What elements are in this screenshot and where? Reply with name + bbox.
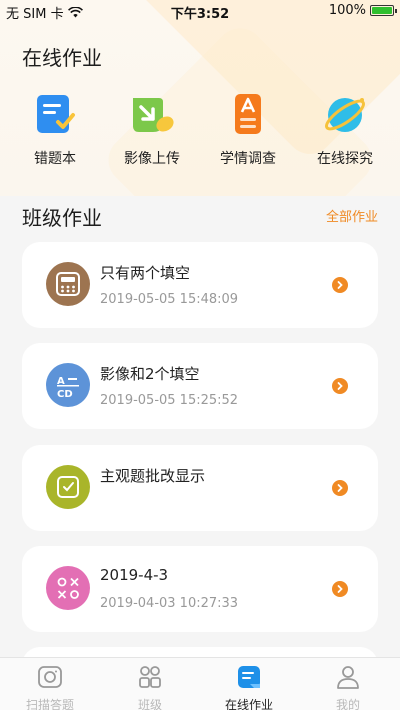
quick-item-online-explore[interactable]: 在线探究: [300, 92, 390, 168]
homework-card[interactable]: 只有两个填空 2019-05-05 15:48:09: [22, 242, 378, 328]
planet-icon: [325, 98, 365, 132]
xo-icon: [46, 566, 90, 610]
card-date: 2019-04-03 10:27:33: [100, 596, 239, 611]
quick-item-wrong-notebook[interactable]: 错题本: [10, 92, 100, 168]
homework-card[interactable]: 主观题批改显示: [22, 445, 378, 531]
abcd-icon: A CD: [46, 363, 90, 407]
tab-mine[interactable]: 我的: [298, 664, 398, 710]
battery-percent: 100%: [328, 3, 366, 18]
all-homework-link[interactable]: 全部作业: [326, 206, 378, 225]
card-date: 2019-05-05 15:48:09: [100, 292, 239, 307]
calculator-icon: [46, 262, 90, 306]
quick-label: 在线探究: [317, 151, 373, 167]
tab-online-homework[interactable]: 在线作业: [199, 664, 299, 710]
battery-icon: [370, 5, 397, 16]
quick-label: 错题本: [34, 151, 76, 167]
tab-scan[interactable]: 扫描答题: [0, 664, 100, 710]
tab-class[interactable]: 班级: [100, 664, 200, 710]
class-section-title: 班级作业: [22, 206, 102, 230]
image-upload-icon: [133, 98, 174, 132]
survey-icon: [235, 94, 261, 134]
wrong-notebook-icon: [37, 95, 75, 133]
chevron-right-icon: [332, 277, 348, 293]
quick-label: 影像上传: [124, 151, 180, 167]
quick-item-survey[interactable]: 学情调查: [203, 92, 293, 168]
tab-label: 扫描答题: [25, 698, 74, 710]
card-title: 主观题批改显示: [100, 467, 206, 485]
chevron-right-icon: [332, 378, 348, 394]
card-title: 只有两个填空: [100, 264, 191, 282]
subjective-icon: [46, 465, 90, 509]
quick-actions: 错题本 影像上传 学情调查 在线探究: [0, 92, 400, 172]
quick-item-image-upload[interactable]: 影像上传: [107, 92, 197, 168]
group-icon: [139, 666, 161, 688]
homework-card[interactable]: A CD 影像和2个填空 2019-05-05 15:25:52: [22, 343, 378, 429]
quick-label: 学情调查: [220, 151, 276, 167]
tab-label: 在线作业: [224, 698, 273, 710]
card-title: 2019-4-3: [100, 566, 169, 584]
homework-card[interactable]: 2019-4-3 2019-04-03 10:27:33: [22, 546, 378, 632]
card-date: 2019-05-05 15:25:52: [100, 393, 239, 408]
homework-icon: [238, 666, 260, 688]
chevron-right-icon: [332, 581, 348, 597]
online-section-title: 在线作业: [22, 46, 102, 70]
user-icon: [337, 666, 359, 689]
status-bar: 无 SIM 卡 下午3:52 100%: [0, 0, 400, 22]
chevron-right-icon: [332, 480, 348, 496]
camera-icon: [38, 666, 62, 688]
tab-label: 班级: [137, 698, 162, 710]
card-title: 影像和2个填空: [100, 365, 200, 383]
tab-bar: 扫描答题 班级 在线作业 我的: [0, 657, 400, 710]
status-right: 100%: [328, 3, 397, 18]
tab-label: 我的: [335, 698, 360, 710]
svg-text:CD: CD: [57, 389, 73, 400]
